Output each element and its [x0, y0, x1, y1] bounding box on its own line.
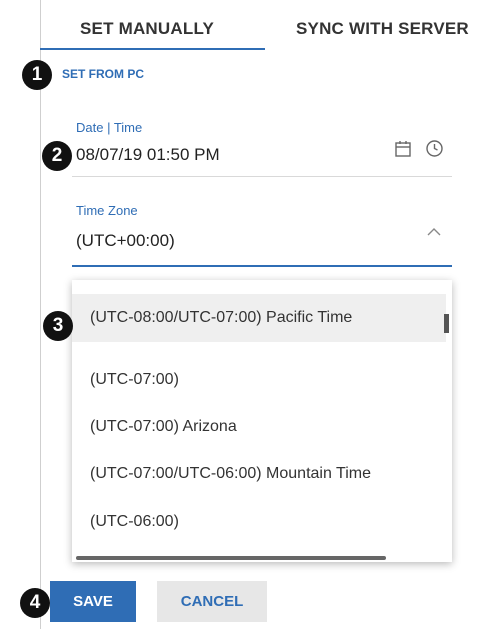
vertical-scrollbar[interactable] [444, 314, 449, 333]
timezone-option[interactable]: (UTC-08:00/UTC-07:00) Pacific Time [72, 294, 446, 342]
time-zone-label: Time Zone [76, 203, 138, 218]
callout-badge-2: 2 [42, 141, 72, 171]
timezone-option[interactable]: (UTC-07:00/UTC-06:00) Mountain Time [72, 450, 446, 498]
date-time-label: Date | Time [76, 120, 143, 135]
time-zone-select[interactable]: (UTC+00:00) [76, 231, 175, 251]
calendar-icon[interactable] [394, 139, 412, 163]
cancel-button[interactable]: CANCEL [157, 581, 267, 622]
set-from-pc-link[interactable]: SET FROM PC [62, 67, 144, 81]
callout-badge-4: 4 [20, 588, 50, 618]
date-time-input[interactable]: 08/07/19 01:50 PM [76, 145, 220, 165]
timezone-option[interactable]: (UTC-07:00) Arizona [72, 403, 446, 451]
timezone-option[interactable]: (UTC-07:00) [72, 356, 446, 404]
callout-badge-3: 3 [43, 311, 73, 341]
active-tab-indicator [40, 48, 265, 50]
clock-icon[interactable] [425, 139, 444, 163]
horizontal-scrollbar[interactable] [76, 556, 386, 560]
callout-badge-1: 1 [22, 60, 52, 90]
left-border-line [40, 0, 41, 629]
date-time-underline [72, 176, 452, 177]
chevron-up-icon[interactable] [426, 224, 442, 242]
timezone-option[interactable]: (UTC-06:00) [72, 498, 446, 546]
save-button[interactable]: SAVE [50, 581, 136, 622]
tab-set-manually[interactable]: SET MANUALLY [80, 19, 214, 39]
time-zone-dropdown-list[interactable]: (UTC-08:00/UTC-07:00) Pacific Time (UTC-… [72, 280, 452, 562]
tab-sync-with-server[interactable]: SYNC WITH SERVER [296, 19, 469, 39]
time-zone-underline [72, 265, 452, 267]
